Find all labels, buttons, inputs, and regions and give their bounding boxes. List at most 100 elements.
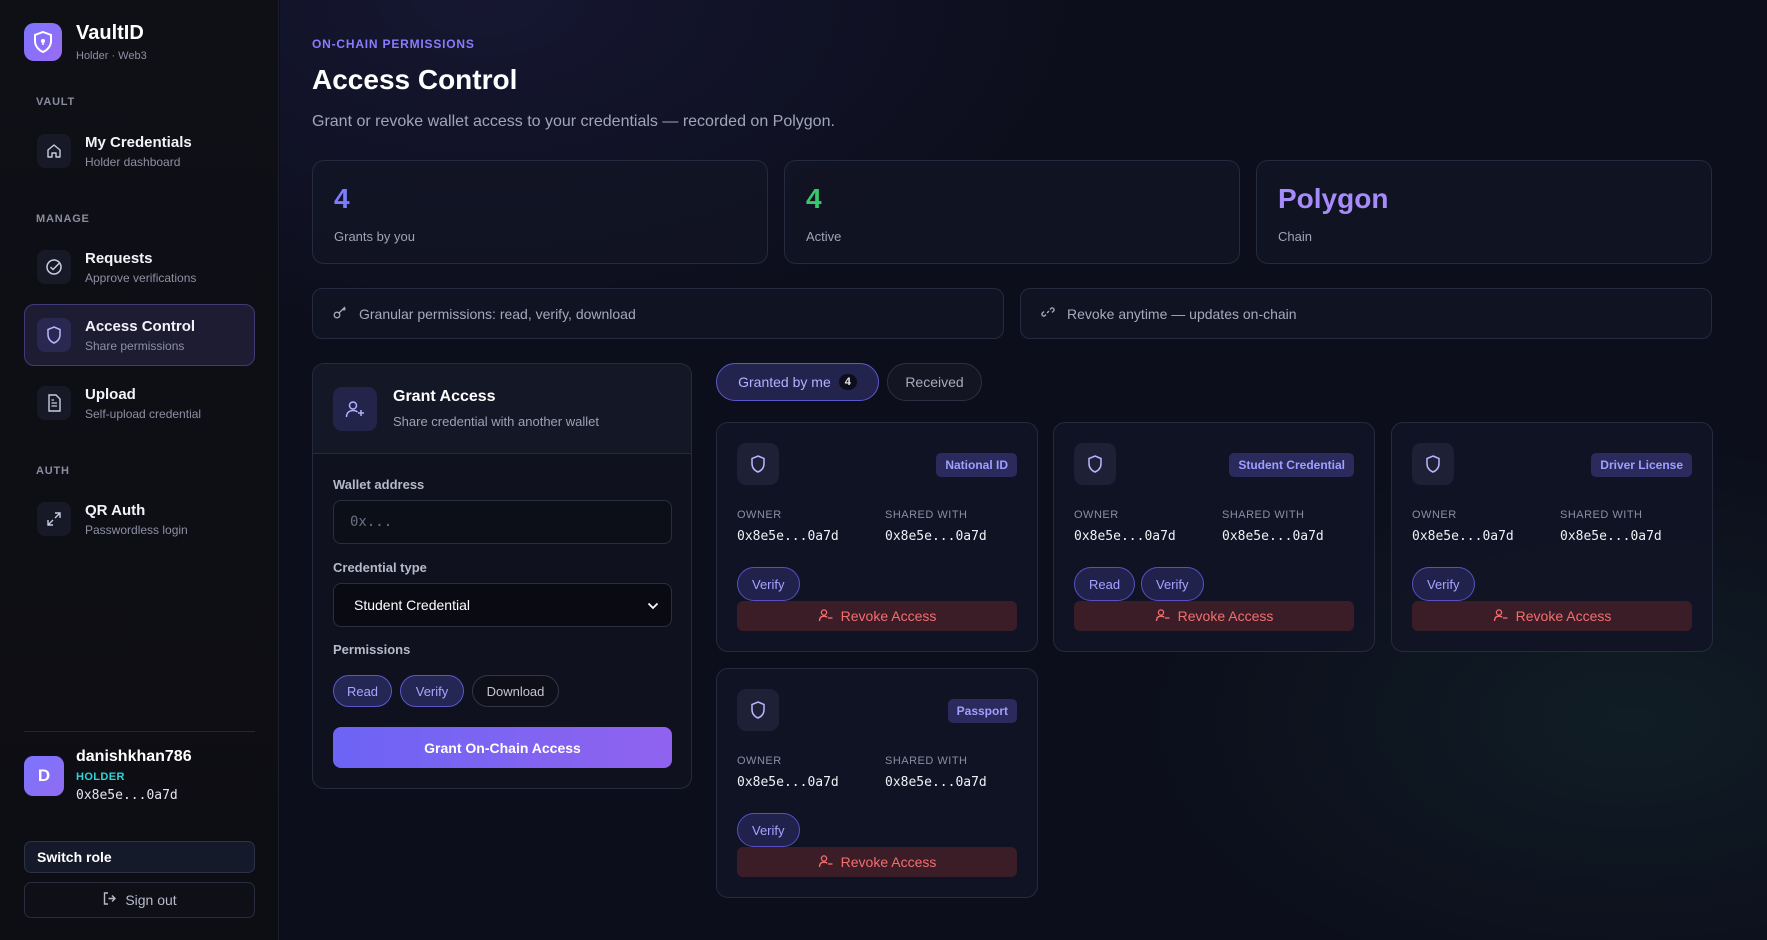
sidebar-item-title: QR Auth	[85, 501, 146, 519]
sign-out-label: Sign out	[125, 892, 177, 908]
owner-field: OWNER 0x8e5e...0a7d	[1074, 509, 1176, 544]
grant-card: Student Credential OWNER 0x8e5e...0a7d S…	[1053, 422, 1375, 652]
credential-type-value: Student Credential	[354, 597, 470, 613]
sidebar: VaultID Holder · Web3 VAULT My Credentia…	[0, 0, 279, 940]
sidebar-item-my-credentials[interactable]: My Credentials Holder dashboard	[24, 120, 255, 182]
shield-icon	[1412, 443, 1454, 485]
page-subtitle: Grant or revoke wallet access to your cr…	[312, 113, 835, 130]
tab-count-badge: 4	[838, 374, 857, 390]
grant-card: Driver License OWNER 0x8e5e...0a7d SHARE…	[1391, 422, 1713, 652]
credential-type-badge: Passport	[947, 699, 1017, 723]
shared-with-label: SHARED WITH	[885, 755, 968, 767]
permission-chip-verify: Verify	[737, 567, 800, 601]
owner-label: OWNER	[737, 509, 782, 521]
shield-icon	[37, 318, 71, 352]
sidebar-item-requests[interactable]: Requests Approve verifications	[24, 236, 255, 298]
shared-with-field: SHARED WITH 0x8e5e...0a7d	[1560, 509, 1662, 544]
grant-panel-title: Grant Access	[393, 388, 496, 405]
permission-read-toggle[interactable]: Read	[333, 675, 392, 707]
revoke-access-button[interactable]: Revoke Access	[1074, 601, 1354, 631]
user-minus-icon	[818, 854, 833, 871]
sign-out-icon	[102, 891, 117, 909]
sidebar-item-subtitle: Passwordless login	[85, 522, 188, 537]
page-eyebrow: ON-CHAIN PERMISSIONS	[312, 37, 475, 51]
revoke-label: Revoke Access	[1515, 608, 1612, 624]
shared-with-label: SHARED WITH	[1560, 509, 1643, 521]
sidebar-item-title: Access Control	[85, 317, 196, 335]
user-profile: D danishkhan786 HOLDER 0x8e5e...0a7d	[24, 748, 192, 803]
stat-chain: Polygon Chain	[1256, 160, 1712, 264]
permission-download-toggle[interactable]: Download	[472, 675, 559, 707]
shared-with-address: 0x8e5e...0a7d	[885, 775, 987, 790]
stat-value: Polygon	[1278, 183, 1389, 214]
user-minus-icon	[818, 608, 833, 625]
key-icon	[333, 305, 347, 322]
user-minus-icon	[1493, 608, 1508, 625]
link-icon	[1041, 305, 1055, 322]
brand[interactable]: VaultID Holder · Web3	[24, 22, 147, 62]
sidebar-item-subtitle: Holder dashboard	[85, 154, 181, 169]
brand-subtitle: Holder · Web3	[76, 50, 147, 62]
grant-on-chain-access-button[interactable]: Grant On-Chain Access	[333, 727, 672, 768]
sign-out-button[interactable]: Sign out	[24, 882, 255, 918]
revoke-label: Revoke Access	[840, 854, 937, 870]
shared-with-label: SHARED WITH	[885, 509, 968, 521]
revoke-access-button[interactable]: Revoke Access	[737, 847, 1017, 877]
owner-label: OWNER	[737, 755, 782, 767]
sidebar-item-subtitle: Self-upload credential	[85, 406, 202, 421]
stat-value: 4	[334, 183, 350, 214]
tab-received[interactable]: Received	[887, 363, 982, 401]
owner-address: 0x8e5e...0a7d	[737, 529, 839, 544]
document-icon	[37, 386, 71, 420]
owner-label: OWNER	[1074, 509, 1119, 521]
sidebar-item-title: My Credentials	[85, 133, 192, 151]
sidebar-divider	[24, 731, 255, 732]
wallet-address-input[interactable]: 0x...	[333, 500, 672, 544]
stat-label: Active	[806, 229, 842, 244]
chevron-down-icon	[647, 597, 659, 613]
grant-access-panel: Grant Access Share credential with anoth…	[312, 363, 692, 789]
sidebar-item-qr-auth[interactable]: QR Auth Passwordless login	[24, 488, 255, 550]
permission-chip-verify: Verify	[1141, 567, 1204, 601]
section-label-auth: AUTH	[36, 465, 70, 477]
revoke-access-button[interactable]: Revoke Access	[1412, 601, 1692, 631]
revoke-label: Revoke Access	[840, 608, 937, 624]
owner-field: OWNER 0x8e5e...0a7d	[1412, 509, 1514, 544]
shield-icon	[1074, 443, 1116, 485]
owner-label: OWNER	[1412, 509, 1457, 521]
avatar: D	[24, 755, 64, 796]
shared-with-field: SHARED WITH 0x8e5e...0a7d	[1222, 509, 1324, 544]
info-bar-revoke: Revoke anytime — updates on-chain	[1020, 288, 1712, 339]
switch-role-button[interactable]: Switch role	[24, 841, 255, 873]
stat-label: Chain	[1278, 229, 1312, 244]
stat-grants: 4 Grants by you	[312, 160, 768, 264]
user-role: HOLDER	[76, 771, 125, 783]
permission-verify-toggle[interactable]: Verify	[400, 675, 464, 707]
permission-chip-verify: Verify	[737, 813, 800, 847]
check-circle-icon	[37, 250, 71, 284]
brand-name: VaultID	[76, 22, 144, 44]
grant-card: National ID OWNER 0x8e5e...0a7d SHARED W…	[716, 422, 1038, 652]
credential-type-label: Credential type	[333, 560, 427, 575]
permissions-label: Permissions	[333, 642, 411, 657]
main-content: ON-CHAIN PERMISSIONS Access Control Gran…	[280, 0, 1767, 940]
owner-field: OWNER 0x8e5e...0a7d	[737, 509, 839, 544]
sidebar-item-upload[interactable]: Upload Self-upload credential	[24, 372, 255, 434]
owner-address: 0x8e5e...0a7d	[1074, 529, 1176, 544]
sidebar-item-access-control[interactable]: Access Control Share permissions	[24, 304, 255, 366]
user-name: danishkhan786	[76, 748, 192, 765]
permission-chip-verify: Verify	[1412, 567, 1475, 601]
tab-granted-by-me[interactable]: Granted by me 4	[716, 363, 879, 401]
shield-icon	[737, 689, 779, 731]
sidebar-item-subtitle: Share permissions	[85, 338, 185, 353]
stat-value: 4	[806, 183, 822, 214]
owner-address: 0x8e5e...0a7d	[1412, 529, 1514, 544]
grant-panel-header: Grant Access Share credential with anoth…	[313, 364, 691, 454]
sidebar-item-title: Requests	[85, 249, 153, 267]
revoke-access-button[interactable]: Revoke Access	[737, 601, 1017, 631]
home-icon	[37, 134, 71, 168]
credential-type-select[interactable]: Student Credential	[333, 583, 672, 627]
stat-active: 4 Active	[784, 160, 1240, 264]
shared-with-field: SHARED WITH 0x8e5e...0a7d	[885, 755, 987, 790]
credential-type-badge: Student Credential	[1229, 453, 1354, 477]
